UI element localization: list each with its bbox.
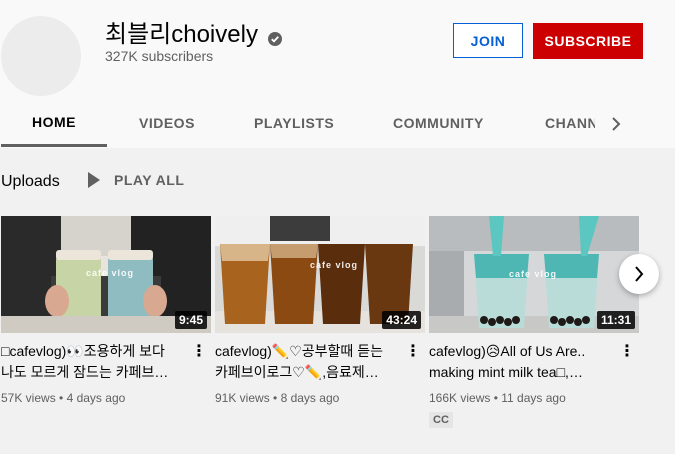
tab-community[interactable]: COMMUNITY: [393, 100, 484, 146]
play-icon: [88, 172, 100, 188]
video-thumbnail[interactable]: cafe vlog 43:24: [215, 216, 425, 333]
tab-channels-clip: CHANNELS: [545, 100, 595, 146]
tabs-scroll-right-icon[interactable]: [606, 112, 626, 136]
play-all-label: PLAY ALL: [114, 172, 185, 188]
shelf-next-button[interactable]: [619, 254, 659, 294]
video-thumbnail[interactable]: cafe vlog 11:31: [429, 216, 639, 333]
uploads-title[interactable]: Uploads: [1, 173, 60, 191]
thumbnail-overlay-text: cafe vlog: [310, 260, 359, 270]
chevron-right-icon: [635, 266, 644, 282]
tab-channels[interactable]: CHANNELS: [545, 100, 595, 146]
view-count: 91K views: [215, 391, 270, 405]
video-duration: 43:24: [382, 311, 421, 329]
video-meta: 91K views • 8 days ago: [215, 391, 340, 405]
closed-captions-badge: CC: [429, 412, 453, 428]
thumbnail-overlay-text: cafe vlog: [509, 269, 558, 279]
thumbnail-overlay-text: cafe vlog: [86, 268, 135, 278]
upload-age: 11 days ago: [501, 391, 566, 405]
video-title[interactable]: □cafevlog)👀조용하게 보다 나도 모르게 잠드는 카페브…: [1, 341, 179, 383]
more-actions-icon[interactable]: ⋮: [619, 341, 635, 361]
video-title[interactable]: cafevlog)😥All of Us Are.. making mint mi…: [429, 341, 607, 383]
channel-avatar[interactable]: [1, 16, 81, 96]
channel-name-text: 최블리choively: [105, 21, 258, 48]
video-duration: 11:31: [596, 311, 635, 329]
video-meta: 57K views • 4 days ago: [1, 391, 126, 405]
view-count: 57K views: [1, 391, 56, 405]
video-thumbnail[interactable]: cafe vlog 9:45: [1, 216, 211, 333]
upload-age: 8 days ago: [280, 391, 340, 405]
tab-videos[interactable]: VIDEOS: [139, 100, 195, 146]
verified-check-icon: [267, 25, 282, 46]
subscribe-button[interactable]: SUBSCRIBE: [533, 23, 643, 59]
play-all-button[interactable]: PLAY ALL: [88, 172, 184, 188]
video-duration: 9:45: [174, 311, 207, 329]
view-count: 166K views: [429, 391, 491, 405]
video-meta: 166K views • 11 days ago: [429, 391, 566, 405]
channel-name: 최블리choively: [105, 14, 282, 49]
video-title[interactable]: cafevlog)✏️♡공부할때 듣는 카페브이로그♡✏️,음료제…: [215, 341, 393, 383]
more-actions-icon[interactable]: ⋮: [191, 341, 207, 361]
join-button[interactable]: JOIN: [453, 23, 523, 58]
subscriber-count: 327K subscribers: [105, 48, 214, 64]
tab-playlists[interactable]: PLAYLISTS: [254, 100, 334, 146]
tab-home[interactable]: HOME: [1, 100, 107, 147]
more-actions-icon[interactable]: ⋮: [405, 341, 421, 361]
upload-age: 4 days ago: [66, 391, 126, 405]
